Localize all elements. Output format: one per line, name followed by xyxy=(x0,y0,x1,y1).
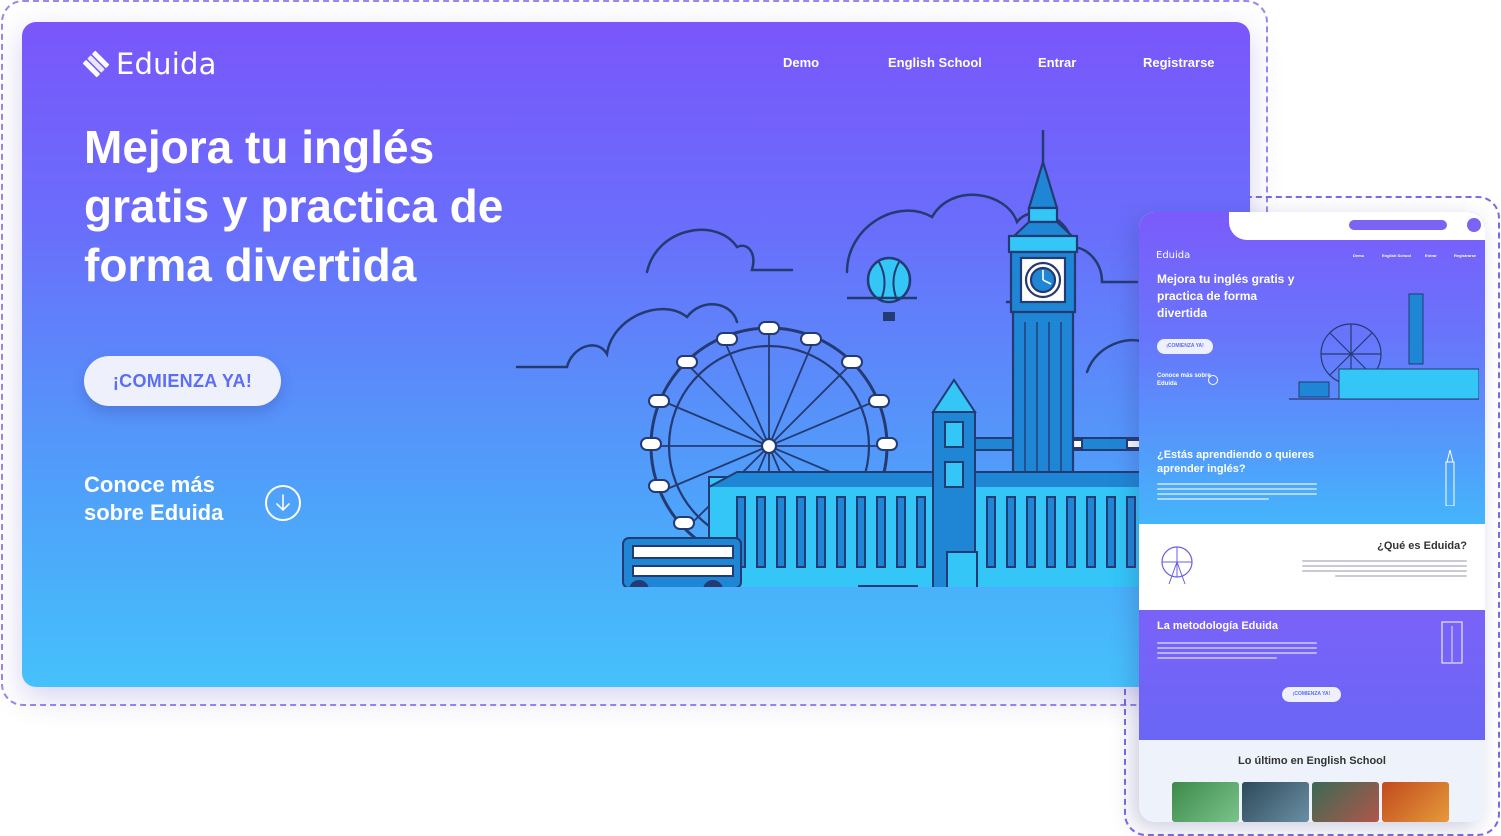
mobile-logo[interactable]: Eduida xyxy=(1156,250,1190,261)
eduida-logo-icon xyxy=(82,50,110,78)
mobile-big-ben-icon xyxy=(1445,450,1455,506)
latest-thumbnail[interactable] xyxy=(1382,782,1449,822)
arrow-down-circle-icon[interactable] xyxy=(265,485,301,521)
mobile-preview: Eduida Demo English School Entrar Regist… xyxy=(1139,212,1485,822)
learn-more-label[interactable]: Conoce más sobre Eduida xyxy=(84,471,254,527)
nav-entrar[interactable]: Entrar xyxy=(1038,55,1076,70)
phone-notch xyxy=(1229,212,1485,240)
mobile-nav-registrarse[interactable]: Registrarse xyxy=(1454,253,1476,258)
latest-thumbnail[interactable] xyxy=(1172,782,1239,822)
logo[interactable]: Eduida xyxy=(82,47,217,81)
mobile-method-section: La metodología Eduida ¡COMIENZA YA! xyxy=(1139,610,1485,740)
mobile-phone-booth-icon xyxy=(1441,621,1463,664)
mobile-skyline-illustration xyxy=(1289,293,1479,400)
mobile-arrow-down-icon[interactable] xyxy=(1208,375,1218,385)
nav-english-school[interactable]: English School xyxy=(888,55,982,70)
mobile-question-text xyxy=(1157,483,1317,503)
mobile-latest-title: Lo último en English School xyxy=(1238,755,1386,767)
mobile-start-now-button[interactable]: ¡COMIENZA YA! xyxy=(1157,339,1213,354)
mobile-nav-entrar[interactable]: Entrar xyxy=(1425,253,1437,258)
nav-demo[interactable]: Demo xyxy=(783,55,819,70)
mobile-method-title: La metodología Eduida xyxy=(1157,620,1279,632)
mobile-question-title: ¿Estás aprendiendo o quieres aprender in… xyxy=(1157,449,1315,475)
latest-thumbnail[interactable] xyxy=(1242,782,1309,822)
latest-thumbnail[interactable] xyxy=(1312,782,1379,822)
mobile-start-now-button-2[interactable]: ¡COMIENZA YA! xyxy=(1282,687,1341,702)
start-now-button[interactable]: ¡COMIENZA YA! xyxy=(84,356,281,406)
desktop-hero: Eduida Demo English School Entrar Regist… xyxy=(22,22,1250,687)
nav-registrarse[interactable]: Registrarse xyxy=(1143,55,1215,70)
mobile-nav-english-school[interactable]: English School xyxy=(1382,253,1411,258)
mobile-nav-demo[interactable]: Demo xyxy=(1353,253,1364,258)
mobile-what-title: ¿Qué es Eduida? xyxy=(1377,540,1467,552)
mobile-method-text xyxy=(1157,642,1317,662)
phone-speaker xyxy=(1349,220,1447,230)
mobile-what-text xyxy=(1302,560,1467,580)
mobile-what-section: ¿Qué es Eduida? xyxy=(1139,524,1485,610)
mobile-latest-section: Lo último en English School xyxy=(1139,740,1485,822)
logo-text: Eduida xyxy=(116,47,217,81)
mobile-hero-title: Mejora tu inglés gratis y practica de fo… xyxy=(1157,272,1295,320)
mobile-ferris-wheel-icon xyxy=(1161,546,1193,585)
phone-camera xyxy=(1467,218,1481,232)
mobile-hero: Eduida Demo English School Entrar Regist… xyxy=(1139,212,1485,524)
london-skyline-illustration xyxy=(515,130,1250,587)
